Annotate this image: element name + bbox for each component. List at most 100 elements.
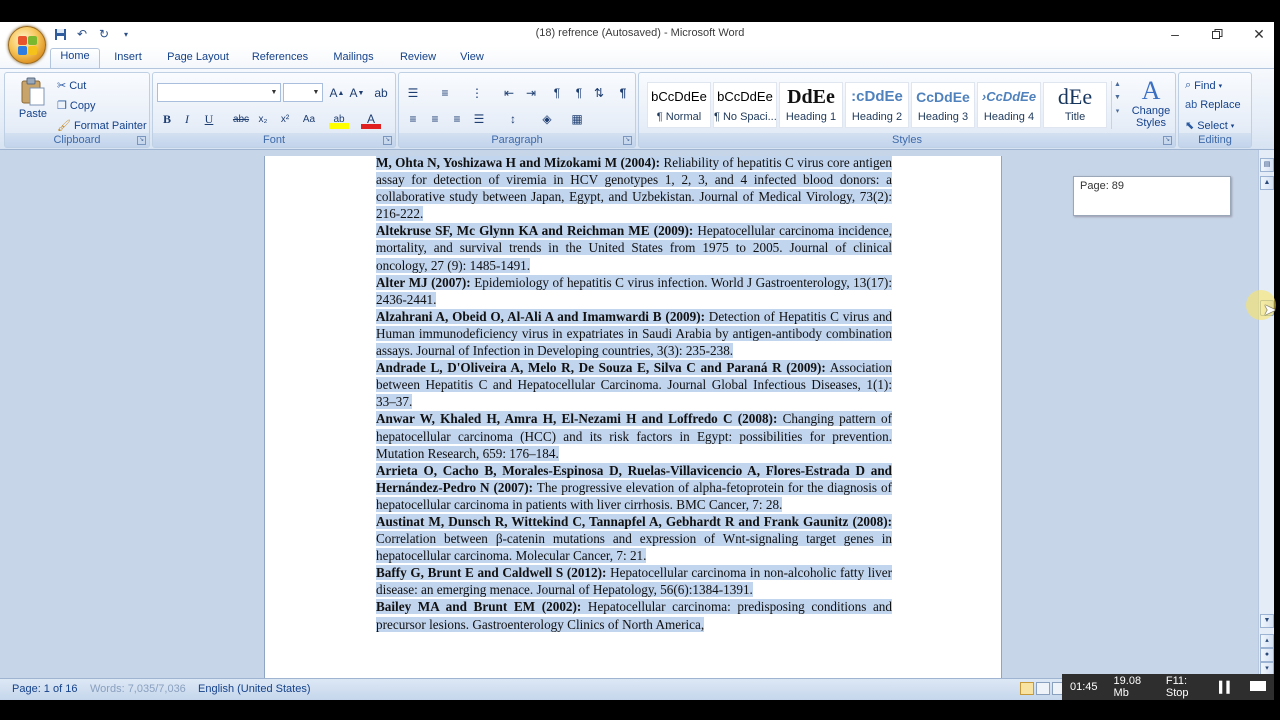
clear-formatting-icon[interactable]: ab [371,83,391,103]
ltr-icon[interactable]: ¶ [547,83,567,103]
paste-button[interactable]: Paste [13,77,53,120]
tab-page-layout[interactable]: Page Layout [163,50,233,68]
recording-time: 01:45 [1070,681,1098,693]
italic-icon[interactable]: I [177,109,197,129]
window-title: (18) refrence (Autosaved) - Microsoft Wo… [535,27,745,39]
subscript-icon[interactable]: x₂ [253,109,273,129]
print-layout-icon[interactable] [1020,682,1034,695]
pause-icon[interactable]: ▍▍ [1211,681,1242,694]
office-button[interactable] [8,26,46,64]
underline-icon[interactable]: U [199,109,219,129]
page-count[interactable]: Page: 1 of 16 [12,683,77,695]
replace-button[interactable]: ab Replace [1185,99,1241,111]
borders-icon[interactable]: ▦ [567,109,587,129]
shrink-font-icon[interactable]: A ▼ [347,83,367,103]
restore-icon[interactable] [1196,22,1238,46]
font-name-combo[interactable]: ▼ [157,83,281,102]
scissors-icon: ✂ [57,80,67,92]
reference-entry[interactable]: M, Ohta N, Yoshizawa H and Mizokami M (2… [376,156,892,222]
change-styles-button[interactable]: A Change Styles [1129,77,1173,130]
tab-mailings[interactable]: Mailings [326,50,381,68]
reference-entry[interactable]: Austinat M, Dunsch R, Wittekind C, Tanna… [376,513,892,564]
select-button[interactable]: ⬉ Select ▾ [1185,119,1234,133]
font-color-icon[interactable]: A [361,109,381,129]
reference-entry[interactable]: Altekruse SF, Mc Glynn KA and Reichman M… [376,222,892,273]
line-spacing-icon[interactable]: ↕ [503,109,523,129]
style-heading-2[interactable]: :cDdEe Heading 2 [845,82,909,128]
style-no-spacing[interactable]: bCcDdEe ¶ No Spaci... [713,82,777,128]
styles-launcher-icon[interactable]: ↘ [1163,136,1172,145]
change-styles-label: Change Styles [1131,105,1171,129]
reference-entry[interactable]: Arrieta O, Cacho B, Morales-Espinosa D, … [376,462,892,513]
show-marks-icon[interactable]: ¶ [613,83,633,103]
bold-icon[interactable]: B [157,109,177,129]
reference-list[interactable]: M, Ohta N, Yoshizawa H and Mizokami M (2… [376,156,893,633]
reference-entry[interactable]: Alter MJ (2007): Epidemiology of hepatit… [376,274,892,308]
copy-button[interactable]: ❐ Copy [57,99,96,113]
scroll-down-icon[interactable]: ▼ [1260,614,1274,628]
grow-font-icon[interactable]: A ▲ [327,83,347,103]
style-heading-1[interactable]: DdEe Heading 1 [779,82,843,128]
style-heading-3[interactable]: CcDdEe Heading 3 [911,82,975,128]
language-indicator[interactable]: English (United States) [198,683,311,695]
screen-recorder-bar: 01:45 19.08 Mb F11: Stop ▍▍ [1062,674,1274,700]
bullets-icon[interactable]: ☰ [403,83,423,103]
reference-entry[interactable]: Anwar W, Khaled H, Amra H, El-Nezami H a… [376,410,893,461]
stop-recording-hint[interactable]: F11: Stop [1158,675,1211,699]
tab-review[interactable]: Review [394,50,442,68]
gallery-scroll[interactable]: ▲ ▼ ▾ [1111,81,1123,129]
align-right-icon[interactable]: ≡ [447,109,467,129]
rtl-icon[interactable]: ¶ [569,83,589,103]
select-browse-object-icon[interactable]: ● [1260,648,1274,662]
find-button[interactable]: ⌕ Find ▾ [1185,79,1222,92]
reference-entry[interactable]: Andrade L, D'Oliveira A, Melo R, De Souz… [376,359,892,410]
editing-group: ⌕ Find ▾ ab Replace ⬉ Select ▾ Editing [1178,72,1252,148]
reference-entry[interactable]: Baffy G, Brunt E and Caldwell S (2012): … [376,564,892,598]
tab-references[interactable]: References [246,50,314,68]
highlight-icon[interactable]: ab [329,109,349,129]
cut-button[interactable]: ✂ Cut [57,79,86,93]
font-launcher-icon[interactable]: ↘ [383,136,392,145]
multilevel-list-icon[interactable]: ⋮ [467,83,487,103]
style-title[interactable]: dEe Title [1043,82,1107,128]
format-painter-button[interactable]: 🖌 Format Painter [57,119,147,133]
sort-icon[interactable]: ⇅ [589,83,609,103]
tab-insert[interactable]: Insert [108,50,148,68]
mouse-pointer-icon: ➤ [1263,302,1277,319]
style-heading-4[interactable]: ›CcDdEe Heading 4 [977,82,1041,128]
increase-indent-icon[interactable]: ⇥ [521,83,541,103]
word-count[interactable]: Words: 7,035/7,036 [90,683,186,695]
decrease-indent-icon[interactable]: ⇤ [499,83,519,103]
chevron-down-icon[interactable]: ▼ [1112,94,1123,101]
strikethrough-icon[interactable]: abc [231,109,251,129]
font-size-combo[interactable]: ▼ [283,83,323,102]
stop-icon[interactable] [1242,680,1274,694]
full-screen-reading-icon[interactable] [1036,682,1050,695]
justify-icon[interactable]: ☰ [469,109,489,129]
numbering-icon[interactable]: ≡ [435,83,455,103]
gallery-more-icon[interactable]: ▾ [1112,107,1123,115]
clipboard-launcher-icon[interactable]: ↘ [137,136,146,145]
vertical-scrollbar[interactable]: ▤ ▲ ▼ ▴ ● ▾ [1258,150,1274,678]
shading-icon[interactable]: ◈ [537,109,557,129]
tab-home[interactable]: Home [50,48,100,69]
ruler-toggle-icon[interactable]: ▤ [1260,158,1274,172]
reference-entry[interactable]: Alzahrani A, Obeid O, Al-Ali A and Imamw… [376,308,893,359]
reference-entry[interactable]: Bailey MA and Brunt EM (2002): Hepatocel… [376,598,892,632]
chevron-down-icon: ▾ [1218,82,1223,90]
tab-view[interactable]: View [452,50,492,68]
prev-page-icon[interactable]: ▴ [1260,634,1274,648]
scroll-up-icon[interactable]: ▲ [1260,176,1274,190]
chevron-up-icon[interactable]: ▲ [1112,81,1123,88]
style-normal[interactable]: bCcDdEe ¶ Normal [647,82,711,128]
reference-details: Correlation between β-catenin mutations … [376,531,892,564]
paragraph-launcher-icon[interactable]: ↘ [623,136,632,145]
align-left-icon[interactable]: ≡ [403,109,423,129]
change-case-icon[interactable]: Aa [299,109,319,129]
selected-text: Austinat M, Dunsch R, Wittekind C, Tanna… [376,513,892,564]
minimize-icon[interactable]: – [1154,22,1196,46]
superscript-icon[interactable]: x² [275,109,295,129]
document-page[interactable]: M, Ohta N, Yoshizawa H and Mizokami M (2… [264,156,1002,678]
chevron-down-icon: ▼ [312,89,320,96]
align-center-icon[interactable]: ≡ [425,109,445,129]
